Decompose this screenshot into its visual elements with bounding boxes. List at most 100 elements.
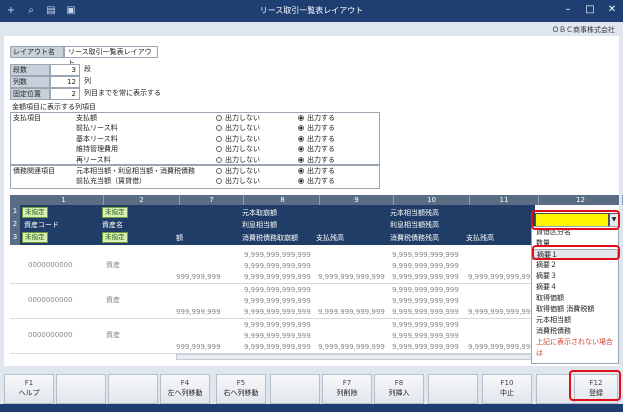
radio-no-output[interactable]: 出力しない bbox=[216, 144, 260, 155]
fkey-button[interactable]: F7 列削除 bbox=[322, 374, 372, 404]
col10-label-3: 消費税債務残高 bbox=[390, 234, 439, 242]
fkey-number: F7 bbox=[342, 379, 352, 387]
fkey-number: F1 bbox=[24, 379, 34, 387]
fixed-unit: 列目までを常に表示する bbox=[84, 89, 161, 97]
company-name: ＯＢＣ商事株式会社 bbox=[552, 26, 615, 34]
highlight-register-button bbox=[569, 370, 621, 401]
minimize-icon[interactable]: – bbox=[561, 3, 575, 17]
fkey-label: ヘルプ bbox=[18, 389, 40, 397]
col1-tag[interactable]: 未指定 bbox=[22, 207, 48, 218]
amount-item-label: 維持管理費用 bbox=[76, 145, 118, 154]
col8-label-1: 元本取崩額 bbox=[242, 209, 277, 217]
fixed-input[interactable]: 2 bbox=[50, 88, 80, 100]
close-icon[interactable]: ✕ bbox=[605, 3, 619, 17]
dropdown-item[interactable]: 摘要２ bbox=[532, 260, 618, 271]
asset-code: 0000000000 bbox=[28, 331, 73, 339]
asset-code: 0000000000 bbox=[28, 296, 73, 304]
col8-label-2: 利息相当額 bbox=[242, 221, 277, 229]
fkey-button[interactable]: F10 中止 bbox=[482, 374, 532, 404]
radio-no-output[interactable]: 出力しない bbox=[216, 166, 260, 177]
cols-input[interactable]: 12 bbox=[50, 76, 80, 88]
title-bar: + ⌕ ▤ ▣ リース取引一覧表レイアウト – □ ✕ bbox=[0, 0, 623, 22]
amount-item-label: 前払リース料 bbox=[76, 124, 118, 133]
fkey-button[interactable]: F4 左へ列移動 bbox=[160, 374, 210, 404]
fkey-number: F5 bbox=[236, 379, 246, 387]
amount-cell: 9,999,999,999,999 bbox=[244, 308, 311, 316]
dropdown-item[interactable]: 摘要３ bbox=[532, 271, 618, 282]
dropdown-item[interactable]: 上記に表示されない場合は bbox=[532, 337, 618, 357]
col-number: 8 bbox=[246, 195, 320, 205]
fkey-number: F10 bbox=[500, 379, 514, 387]
radio-output[interactable]: 出力する bbox=[298, 176, 335, 187]
dropdown-item[interactable]: 取得価額 消費税額 bbox=[532, 304, 618, 315]
amount-cell: 9,999,999,999,999 bbox=[318, 343, 385, 351]
amount-item-label: 支払額 bbox=[76, 114, 97, 122]
window-controls: – □ ✕ bbox=[561, 3, 619, 17]
fkey-label: 中止 bbox=[500, 389, 514, 397]
col10-label-1: 元本相当額残高 bbox=[390, 209, 439, 217]
col1-tag-row3[interactable]: 未指定 bbox=[22, 232, 48, 243]
dropdown-item[interactable]: 摘要４ bbox=[532, 282, 618, 293]
col9-label: 支払残高 bbox=[316, 234, 344, 242]
fkey-label: 左へ列移動 bbox=[167, 389, 203, 397]
fkey-number: F8 bbox=[394, 379, 404, 387]
amount-item-label: 基本リース料 bbox=[76, 134, 118, 143]
col2-tag[interactable]: 未指定 bbox=[102, 207, 128, 218]
radio-output[interactable]: 出力する bbox=[298, 144, 335, 155]
dropdown-item[interactable]: 元本相当額 bbox=[532, 315, 618, 326]
rows-input[interactable]: 3 bbox=[50, 64, 80, 76]
fkey-button[interactable] bbox=[270, 374, 320, 404]
fkey-button[interactable] bbox=[56, 374, 106, 404]
col10-label-2: 利息相当額残高 bbox=[390, 221, 439, 229]
fkey-button[interactable]: F8 列挿入 bbox=[374, 374, 424, 404]
fkey-label: 右へ列移動 bbox=[223, 389, 259, 397]
radio-no-output[interactable]: 出力しない bbox=[216, 176, 260, 187]
payment-group-label: 支払項目 bbox=[13, 114, 41, 122]
window-title: リース取引一覧表レイアウト bbox=[259, 6, 364, 15]
col-number: 9 bbox=[320, 195, 394, 205]
col2-label: 資産名 bbox=[102, 221, 123, 229]
amount-cell: 9,999,999,999,999 bbox=[468, 308, 535, 316]
fkey-button[interactable]: F1 ヘルプ bbox=[4, 374, 54, 404]
fkey-label: 列削除 bbox=[336, 389, 358, 397]
amount-cell: 9,999,999,999,999 bbox=[318, 273, 385, 281]
col-number: 11 bbox=[470, 195, 539, 205]
asset-name: 資産 bbox=[106, 331, 120, 339]
cols-unit: 列 bbox=[84, 77, 91, 85]
dropdown-item[interactable]: 取得価額 bbox=[532, 293, 618, 304]
col-number: 10 bbox=[394, 195, 470, 205]
radio-no-output[interactable]: 出力しない bbox=[216, 134, 260, 145]
fkey-button[interactable]: F5 右へ列移動 bbox=[216, 374, 266, 404]
layout-form: レイアウト名 リース取引一覧表レイアウト 段数 3 段 列数 12 列 固定位置… bbox=[4, 36, 623, 366]
layout-name-label: レイアウト名 bbox=[10, 46, 64, 58]
horizontal-scrollbar[interactable] bbox=[176, 354, 535, 360]
col7-label: 額 bbox=[176, 234, 183, 242]
asset-name: 資産 bbox=[106, 261, 120, 269]
amount-cell: 9,999,999,999,999 bbox=[244, 273, 311, 281]
radio-output[interactable]: 出力する bbox=[298, 155, 335, 166]
layout-name-input[interactable]: リース取引一覧表レイアウト bbox=[64, 46, 158, 67]
radio-output[interactable]: 出力する bbox=[298, 134, 335, 145]
radio-no-output[interactable]: 出力しない bbox=[216, 123, 260, 134]
radio-output[interactable]: 出力する bbox=[298, 123, 335, 134]
asset-code: 0000000000 bbox=[28, 261, 73, 269]
row-number: 2 bbox=[12, 220, 18, 228]
radio-output[interactable]: 出力する bbox=[298, 113, 335, 124]
radio-output[interactable]: 出力する bbox=[298, 166, 335, 177]
radio-no-output[interactable]: 出力しない bbox=[216, 113, 260, 124]
amount-cell: 999,999,999 bbox=[176, 343, 221, 351]
amount-cell: 9,999,999,999,999 bbox=[392, 308, 459, 316]
col-number: 7 bbox=[180, 195, 244, 205]
radio-no-output[interactable]: 出力しない bbox=[216, 155, 260, 166]
maximize-icon[interactable]: □ bbox=[583, 3, 597, 17]
amount-cell: 9,999,999,999,999 bbox=[392, 273, 459, 281]
fkey-button[interactable] bbox=[108, 374, 158, 404]
fkey-button[interactable] bbox=[428, 374, 478, 404]
dropdown-item[interactable]: 消費税債務 bbox=[532, 326, 618, 337]
col-number: 1 bbox=[24, 195, 104, 205]
col-number: 2 bbox=[104, 195, 180, 205]
debt-group-label: 債務関連項目 bbox=[13, 167, 55, 175]
fkey-number: F4 bbox=[180, 379, 190, 387]
col2-tag-row3[interactable]: 未指定 bbox=[102, 232, 128, 243]
col1-label: 資産コード bbox=[24, 221, 59, 229]
